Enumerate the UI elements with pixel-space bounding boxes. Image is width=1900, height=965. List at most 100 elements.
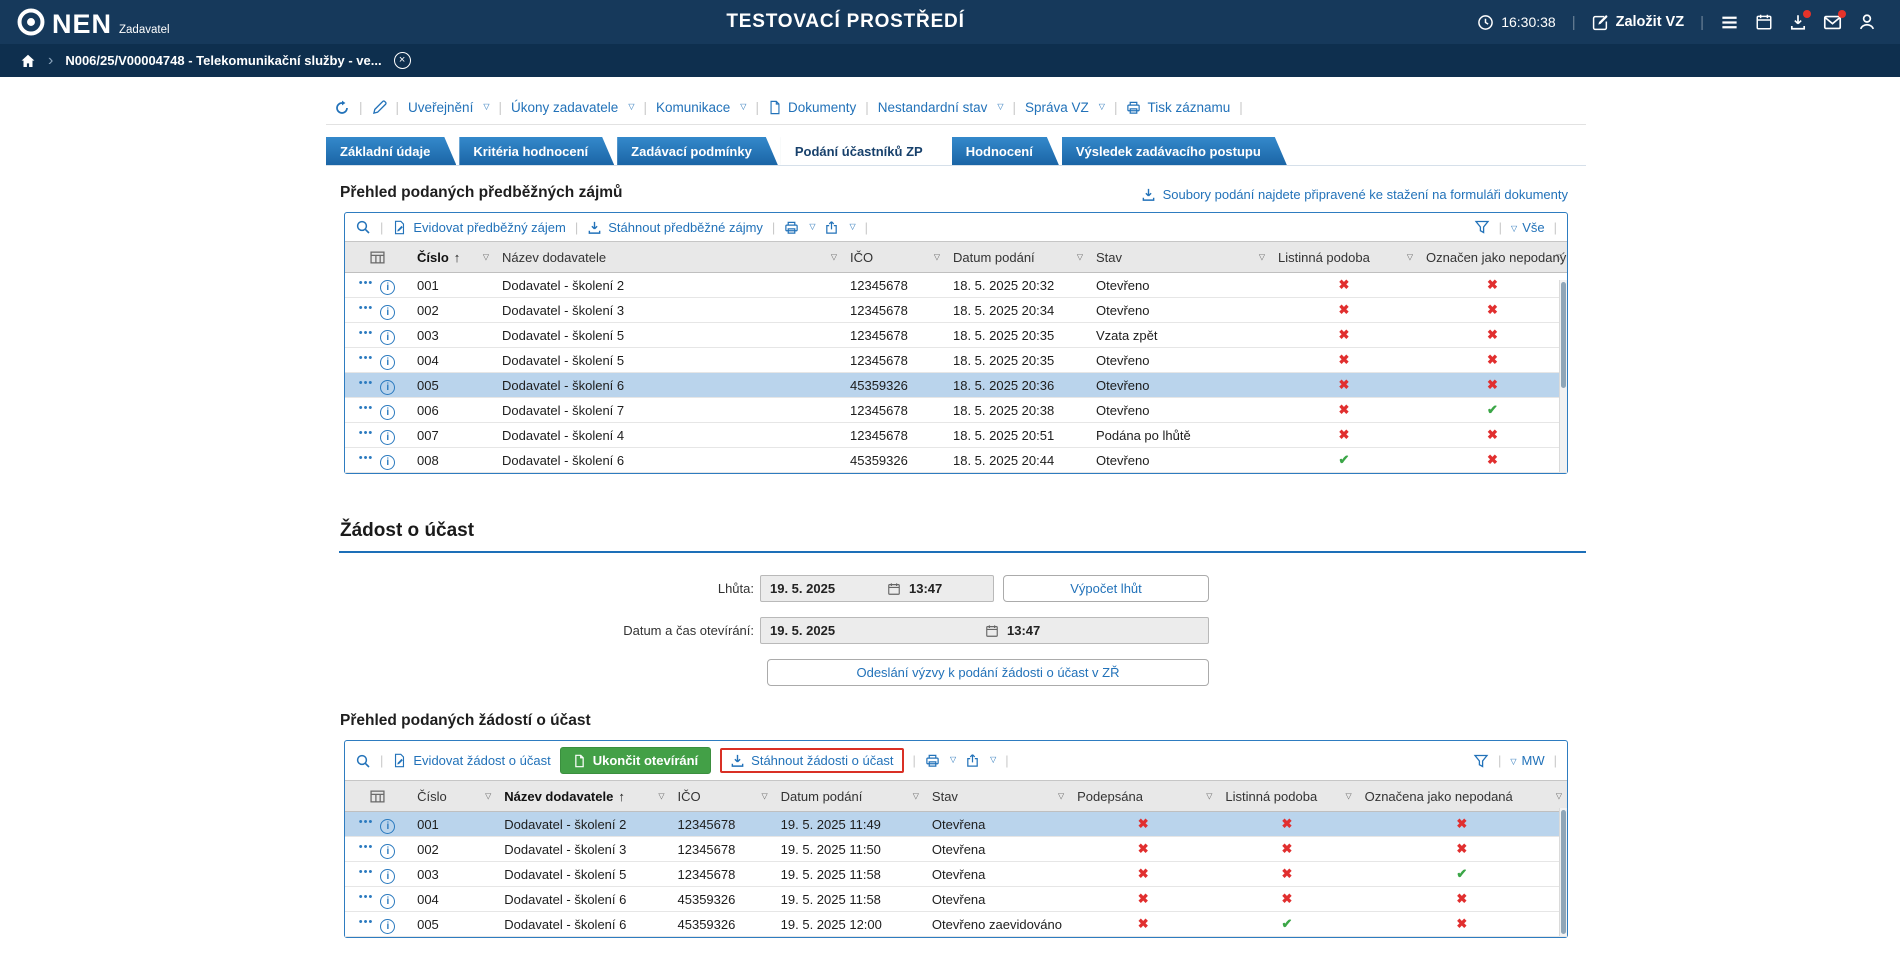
table-row[interactable]: 004Dodavatel - školení 51234567818. 5. 2… [345, 348, 1567, 373]
search-button[interactable] [355, 219, 371, 235]
filter-button[interactable] [1474, 219, 1490, 235]
row-info-icon[interactable] [380, 380, 395, 395]
row-menu-icon[interactable] [359, 916, 374, 928]
row-info-icon[interactable] [380, 455, 395, 470]
table-row[interactable]: 004Dodavatel - školení 64535932619. 5. 2… [345, 887, 1567, 912]
column-header-listinna[interactable]: Listinná podoba [1217, 781, 1356, 812]
register-request-button[interactable]: Evidovat žádost o účast [392, 753, 550, 768]
table-row[interactable]: 002Dodavatel - školení 31234567818. 5. 2… [345, 298, 1567, 323]
home-button[interactable] [20, 53, 36, 69]
row-info-icon[interactable] [380, 819, 395, 834]
table-row[interactable]: 003Dodavatel - školení 51234567818. 5. 2… [345, 323, 1567, 348]
messages-button[interactable] [1823, 13, 1842, 32]
register-prelim-interest-button[interactable]: Evidovat předběžný zájem [392, 220, 565, 235]
column-config-header[interactable] [345, 242, 409, 273]
app-logo[interactable]: NEN Zadavatel [16, 7, 170, 37]
export-menu-button[interactable] [824, 220, 855, 235]
print-menu-button[interactable] [925, 753, 956, 768]
table-scrollbar[interactable] [1559, 808, 1567, 936]
toolbar-item-uverejneni[interactable]: Uveřejnění [408, 100, 489, 115]
opening-datetime-input[interactable]: 19. 5. 2025 13:47 [760, 617, 1209, 644]
column-header-datum[interactable]: Datum podání [945, 242, 1088, 273]
row-menu-icon[interactable] [359, 816, 374, 828]
print-menu-button[interactable] [784, 220, 815, 235]
main-menu-button[interactable] [1720, 13, 1739, 32]
row-menu-icon[interactable] [359, 452, 374, 464]
column-header-listinna[interactable]: Listinná podoba [1270, 242, 1418, 273]
table-row[interactable]: 007Dodavatel - školení 41234567818. 5. 2… [345, 423, 1567, 448]
calendar-icon[interactable] [887, 582, 901, 596]
toolbar-item-sprava-vz[interactable]: Správa VZ [1025, 100, 1105, 115]
row-info-icon[interactable] [380, 844, 395, 859]
downloads-button[interactable] [1789, 13, 1807, 31]
column-header-nazev[interactable]: Název dodavatele [494, 242, 842, 273]
table-row[interactable]: 008Dodavatel - školení 64535932618. 5. 2… [345, 448, 1567, 473]
row-info-icon[interactable] [380, 430, 395, 445]
search-button[interactable] [355, 753, 371, 769]
scrollbar-thumb[interactable] [1561, 810, 1566, 934]
table-row[interactable]: 001Dodavatel - školení 21234567818. 5. 2… [345, 273, 1567, 298]
opening-date-value[interactable]: 19. 5. 2025 [761, 623, 985, 638]
column-header-stav[interactable]: Stav [1088, 242, 1270, 273]
row-menu-icon[interactable] [359, 327, 374, 339]
column-header-stav[interactable]: Stav [924, 781, 1069, 812]
column-header-ico[interactable]: IČO [842, 242, 945, 273]
tab-zakladni-udaje[interactable]: Základní údaje [326, 137, 456, 165]
row-info-icon[interactable] [380, 280, 395, 295]
create-vz-button[interactable]: Založit VZ [1592, 14, 1684, 31]
row-info-icon[interactable] [380, 330, 395, 345]
filter-preset-selector[interactable]: MW [1510, 753, 1544, 768]
row-menu-icon[interactable] [359, 352, 374, 364]
tab-hodnoceni[interactable]: Hodnocení [952, 137, 1059, 165]
tab-zadavaci-podminky[interactable]: Zadávací podmínky [617, 137, 778, 165]
finish-opening-button[interactable]: Ukončit otevírání [560, 747, 711, 774]
toolbar-item-dokumenty[interactable]: Dokumenty [768, 100, 856, 115]
scrollbar-thumb[interactable] [1561, 282, 1566, 388]
column-header-cislo[interactable]: Číslo [409, 242, 494, 273]
toolbar-item-ukony-zadavatele[interactable]: Úkony zadavatele [511, 100, 634, 115]
toolbar-item-tisk-zaznamu[interactable]: Tisk záznamu [1126, 100, 1230, 115]
tab-vysledek-zadavaciho-postupu[interactable]: Výsledek zadávacího postupu [1062, 137, 1287, 165]
table-row[interactable]: 005Dodavatel - školení 64535932619. 5. 2… [345, 912, 1567, 937]
row-menu-icon[interactable] [359, 302, 374, 314]
row-menu-icon[interactable] [359, 427, 374, 439]
tab-kriteria-hodnoceni[interactable]: Kritéria hodnocení [459, 137, 614, 165]
breadcrumb-record[interactable]: N006/25/V00004748 - Telekomunikační služ… [65, 53, 381, 68]
row-menu-icon[interactable] [359, 402, 374, 414]
calc-deadlines-button[interactable]: Výpočet lhůt [1003, 575, 1209, 602]
row-menu-icon[interactable] [359, 377, 374, 389]
download-requests-button[interactable]: Stáhnout žádosti o účast [730, 753, 893, 768]
column-header-ico[interactable]: IČO [670, 781, 773, 812]
edit-record-button[interactable] [372, 100, 387, 115]
table-row[interactable]: 006Dodavatel - školení 71234567818. 5. 2… [345, 398, 1567, 423]
download-prelim-interests-button[interactable]: Stáhnout předběžné zájmy [587, 220, 763, 235]
history-button[interactable] [334, 100, 350, 116]
close-record-icon[interactable]: × [394, 52, 411, 69]
user-profile-button[interactable] [1858, 13, 1876, 31]
filter-button[interactable] [1473, 753, 1489, 769]
download-note-link[interactable]: Soubory podání najdete připravené ke sta… [1141, 187, 1568, 202]
calendar-icon[interactable] [985, 624, 999, 638]
row-info-icon[interactable] [380, 869, 395, 884]
send-invite-button[interactable]: Odeslání výzvy k podání žádosti o účast … [767, 659, 1209, 686]
toolbar-item-nestandardni-stav[interactable]: Nestandardní stav [878, 100, 1004, 115]
calendar-menu-button[interactable] [1755, 13, 1773, 31]
table-row[interactable]: 001Dodavatel - školení 21234567819. 5. 2… [345, 812, 1567, 837]
tab-podani-ucastniku-zp[interactable]: Podání účastníků ZP [781, 137, 949, 165]
deadline-time-value[interactable]: 13:47 [909, 581, 942, 596]
row-menu-icon[interactable] [359, 891, 374, 903]
deadline-date-value[interactable]: 19. 5. 2025 [761, 581, 887, 596]
row-menu-icon[interactable] [359, 866, 374, 878]
column-config-header[interactable] [345, 781, 409, 812]
row-menu-icon[interactable] [359, 277, 374, 289]
column-header-nepodany[interactable]: Označen jako nepodaný [1418, 242, 1567, 273]
table-row[interactable]: 002Dodavatel - školení 31234567819. 5. 2… [345, 837, 1567, 862]
export-menu-button[interactable] [965, 753, 996, 768]
row-info-icon[interactable] [380, 305, 395, 320]
toolbar-item-komunikace[interactable]: Komunikace [656, 100, 746, 115]
row-info-icon[interactable] [380, 405, 395, 420]
table-scrollbar[interactable] [1559, 280, 1567, 472]
table-row[interactable]: 005Dodavatel - školení 64535932618. 5. 2… [345, 373, 1567, 398]
table-row[interactable]: 003Dodavatel - školení 51234567819. 5. 2… [345, 862, 1567, 887]
column-header-datum[interactable]: Datum podání [773, 781, 924, 812]
